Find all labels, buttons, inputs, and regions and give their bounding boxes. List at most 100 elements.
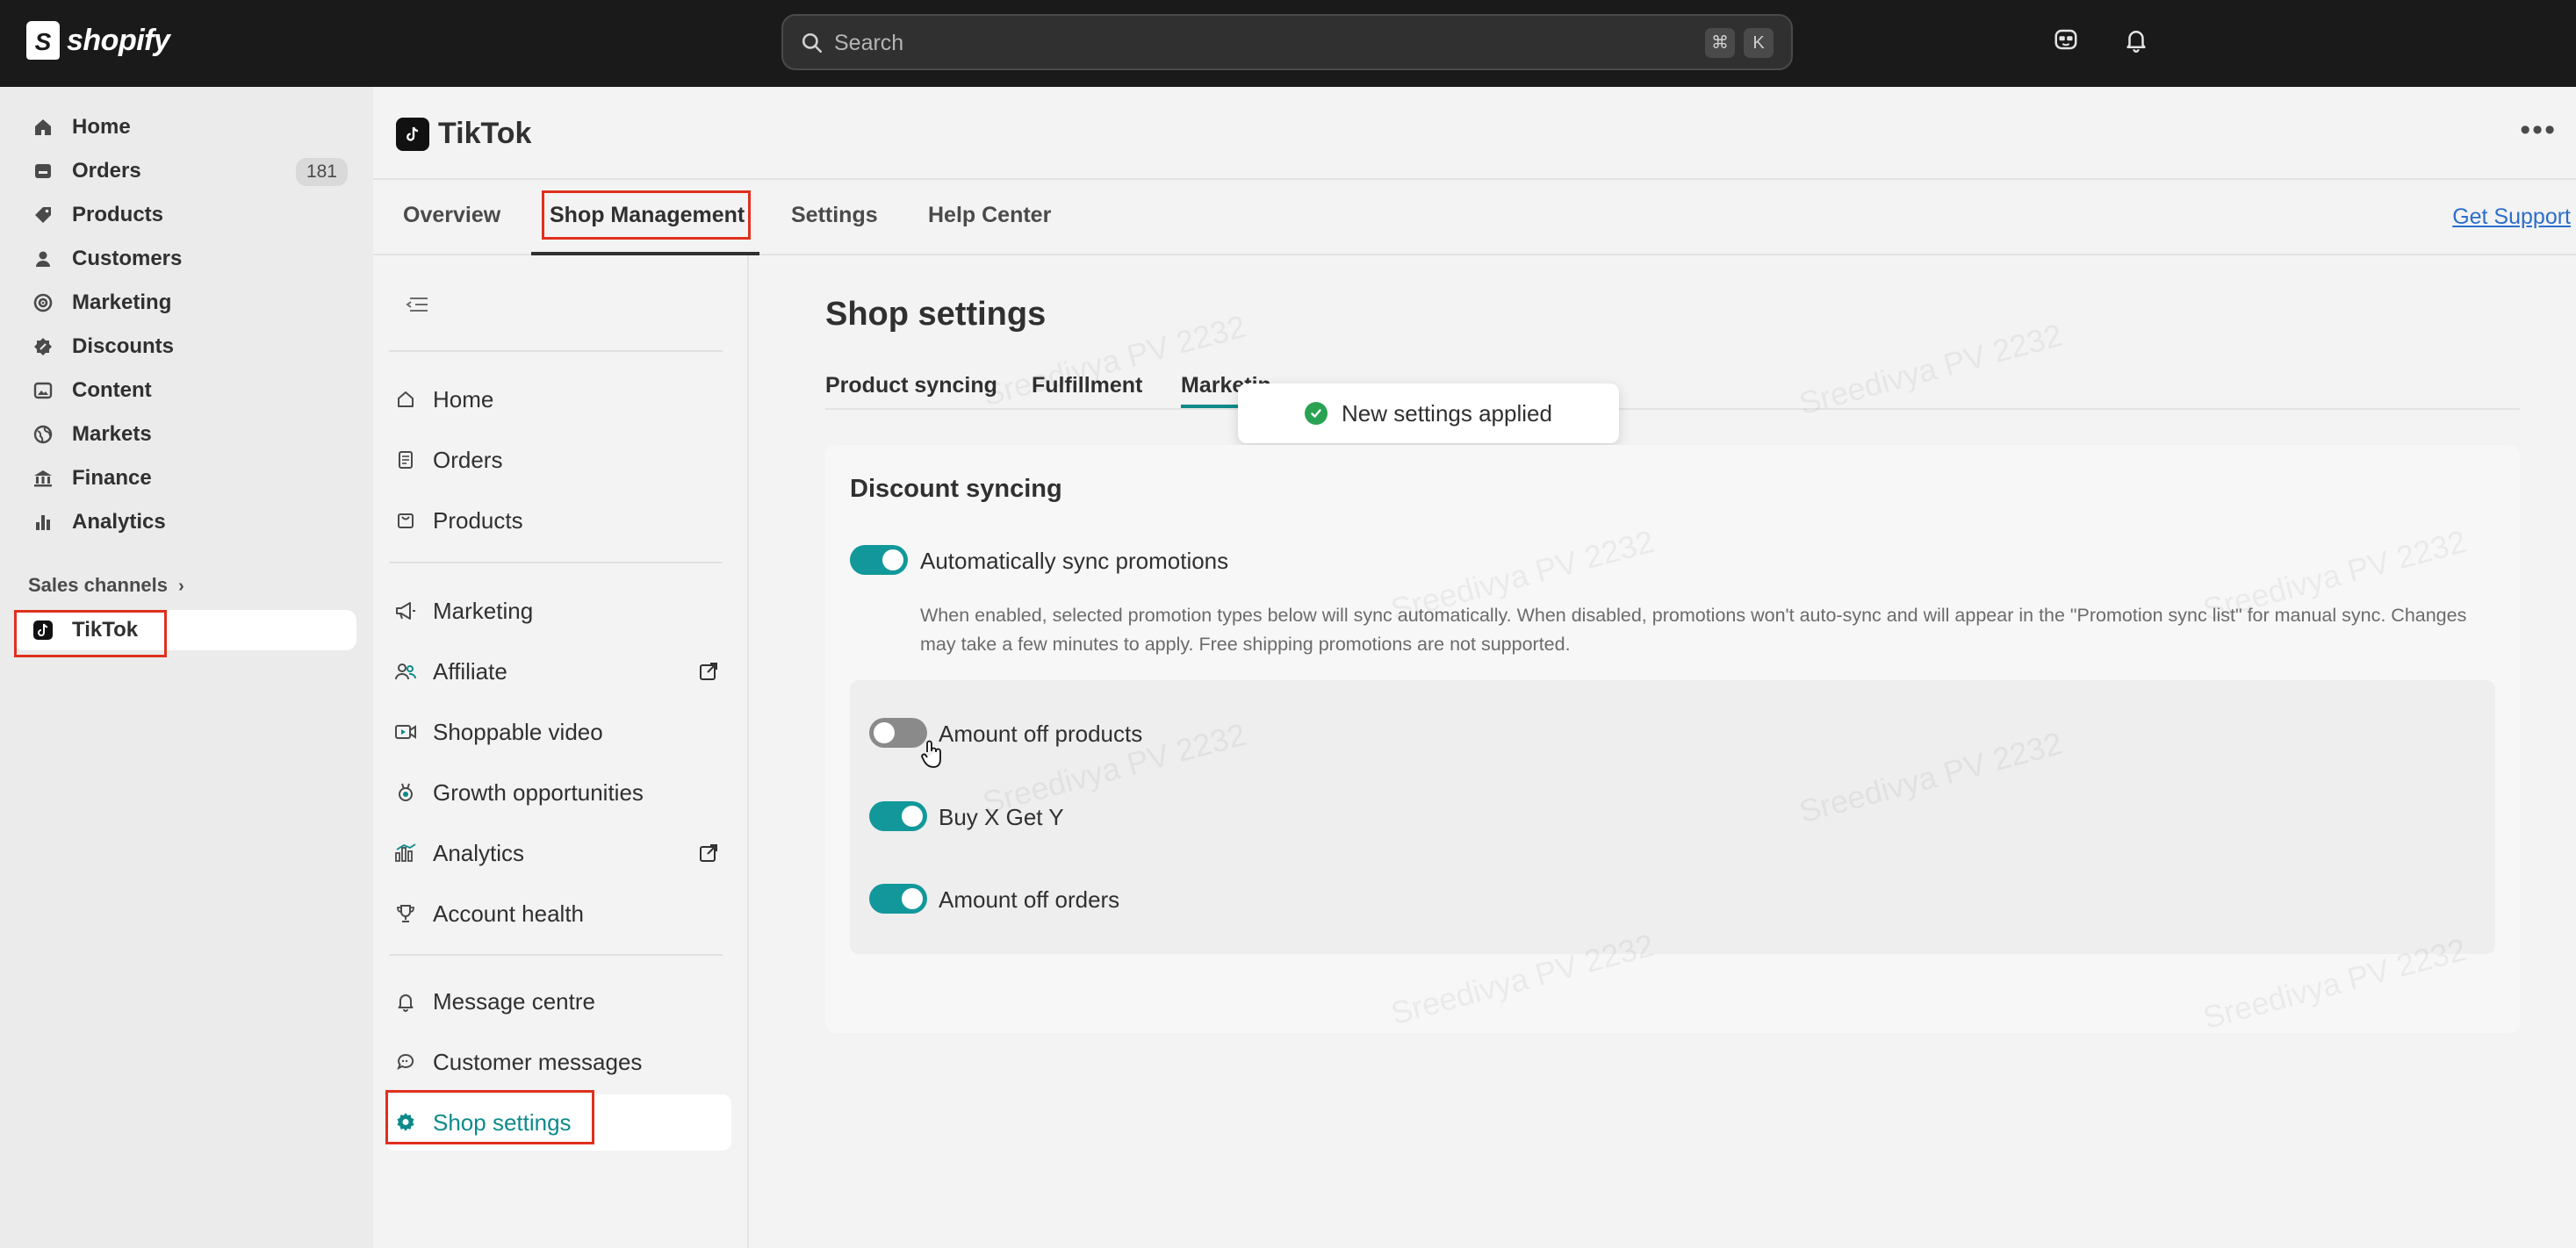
search-bar[interactable]: Search ⌘ K [781, 14, 1793, 70]
nav-item-marketing[interactable]: Marketing [14, 283, 356, 323]
subnav-affiliate[interactable]: Affiliate [385, 643, 731, 699]
subnav-marketing[interactable]: Marketing [385, 583, 731, 639]
toast-message: New settings applied [1342, 399, 1552, 427]
discount-syncing-card: Discount syncing Automatically sync prom… [825, 445, 2520, 1033]
collapse-sidebar-icon[interactable] [403, 294, 429, 319]
nav-item-customers[interactable]: Customers [14, 239, 356, 279]
subnav-orders[interactable]: Orders [385, 432, 731, 488]
get-support-link[interactable]: Get Support [2452, 204, 2571, 230]
amount-off-orders-toggle[interactable] [869, 884, 927, 914]
bar-chart-icon [28, 512, 58, 533]
logo-text: shopify [67, 23, 170, 57]
shop-management-sidebar: Home Orders Products Marketing Affiliate… [373, 255, 749, 1248]
gear-icon [392, 1111, 419, 1134]
chat-bubble-icon [392, 1051, 419, 1072]
shop-settings-content: Shop settings Product syncing Fulfillmen… [751, 255, 2576, 1248]
tab-shop-management[interactable]: Shop Management [550, 203, 745, 228]
orders-icon [28, 161, 58, 182]
people-icon [392, 661, 419, 682]
amount-off-products-label: Amount off products [939, 721, 1143, 747]
subnav-message-centre[interactable]: Message centre [385, 973, 731, 1029]
nav-item-tiktok[interactable]: TikTok [14, 610, 356, 650]
shopify-bag-icon: S [26, 21, 60, 60]
bell-outline-icon [392, 991, 419, 1012]
divider [389, 562, 723, 563]
top-bar: S shopify Search ⌘ K [0, 0, 2576, 87]
card-title: Discount syncing [850, 475, 1062, 503]
command-key-hint: ⌘ [1705, 28, 1735, 58]
auto-sync-promotions-toggle[interactable] [850, 545, 908, 575]
orders-count-badge: 181 [295, 158, 348, 186]
promotion-types-panel: Amount off products Buy X Get Y Amount o… [850, 680, 2495, 954]
hand-cursor-icon [920, 740, 945, 774]
megaphone-icon [392, 600, 419, 621]
k-key-hint: K [1744, 28, 1774, 58]
subnav-products[interactable]: Products [385, 492, 731, 549]
tab-settings[interactable]: Settings [791, 203, 878, 228]
main-area: TikTok ••• Overview Shop Management Sett… [373, 87, 2576, 1248]
check-circle-icon [1305, 402, 1328, 425]
tab-fulfillment[interactable]: Fulfillment [1032, 373, 1142, 398]
subnav-shop-settings[interactable]: Shop settings [385, 1094, 731, 1151]
success-toast: New settings applied [1238, 384, 1619, 443]
search-icon [802, 32, 823, 54]
tiktok-logo-icon [396, 117, 429, 151]
app-header: TikTok ••• [373, 87, 2576, 180]
subnav-account-health[interactable]: Account health [385, 886, 731, 942]
app-title: TikTok [396, 117, 531, 151]
auto-sync-promotions-label: Automatically sync promotions [920, 548, 1229, 574]
subnav-growth-opportunities[interactable]: Growth opportunities [385, 764, 731, 821]
external-link-icon[interactable] [698, 661, 719, 686]
settings-tabs: Product syncing Fulfillment Marketin [825, 369, 2520, 410]
subnav-home[interactable]: Home [385, 371, 731, 427]
discount-icon [28, 336, 58, 357]
nav-item-products[interactable]: Products [14, 195, 356, 235]
analytics-bars-icon [392, 843, 419, 864]
home-outline-icon [392, 389, 419, 410]
subnav-analytics[interactable]: Analytics [385, 825, 731, 881]
nav-item-markets[interactable]: Markets [14, 414, 356, 455]
buy-x-get-y-toggle[interactable] [869, 801, 927, 831]
tab-overview[interactable]: Overview [403, 203, 500, 228]
bag-icon [392, 510, 419, 531]
medal-icon [392, 782, 419, 803]
nav-item-discounts[interactable]: Discounts [14, 326, 356, 367]
search-placeholder: Search [834, 31, 904, 55]
tag-icon [28, 204, 58, 226]
left-navigation: Home Orders 181 Products Customers Marke… [0, 87, 373, 1248]
tab-product-syncing[interactable]: Product syncing [825, 373, 997, 398]
app-tabs: Overview Shop Management Settings Help C… [373, 180, 2576, 255]
amount-off-products-toggle[interactable] [869, 718, 927, 748]
amount-off-orders-label: Amount off orders [939, 886, 1120, 913]
subnav-shoppable-video[interactable]: Shoppable video [385, 704, 731, 760]
video-icon [392, 721, 419, 742]
image-icon [28, 380, 58, 401]
person-icon [28, 248, 58, 269]
sales-channels-heading[interactable]: Sales channels › [28, 574, 184, 597]
nav-item-content[interactable]: Content [14, 370, 356, 411]
tab-help-center[interactable]: Help Center [928, 203, 1051, 228]
target-icon [28, 292, 58, 313]
nav-item-analytics[interactable]: Analytics [14, 502, 356, 542]
nav-item-orders[interactable]: Orders 181 [14, 151, 356, 191]
nav-item-finance[interactable]: Finance [14, 458, 356, 498]
globe-icon [28, 424, 58, 445]
buy-x-get-y-label: Buy X Get Y [939, 804, 1064, 830]
auto-sync-help-text: When enabled, selected promotion types b… [920, 605, 2467, 655]
page-title: Shop settings [825, 296, 1047, 333]
more-actions-icon[interactable]: ••• [2520, 113, 2557, 147]
tiktok-icon [28, 620, 58, 641]
chevron-right-icon: › [178, 577, 184, 596]
subnav-customer-messages[interactable]: Customer messages [385, 1034, 731, 1090]
shopify-logo[interactable]: S shopify [26, 21, 170, 60]
external-link-icon[interactable] [698, 843, 719, 868]
divider [389, 350, 723, 352]
document-icon [392, 449, 419, 470]
bank-icon [28, 468, 58, 489]
home-icon [28, 117, 58, 138]
bell-icon[interactable] [2123, 26, 2149, 57]
sidekick-icon[interactable] [2053, 26, 2079, 57]
trophy-icon [392, 903, 419, 924]
nav-item-home[interactable]: Home [14, 107, 356, 147]
divider [389, 954, 723, 956]
